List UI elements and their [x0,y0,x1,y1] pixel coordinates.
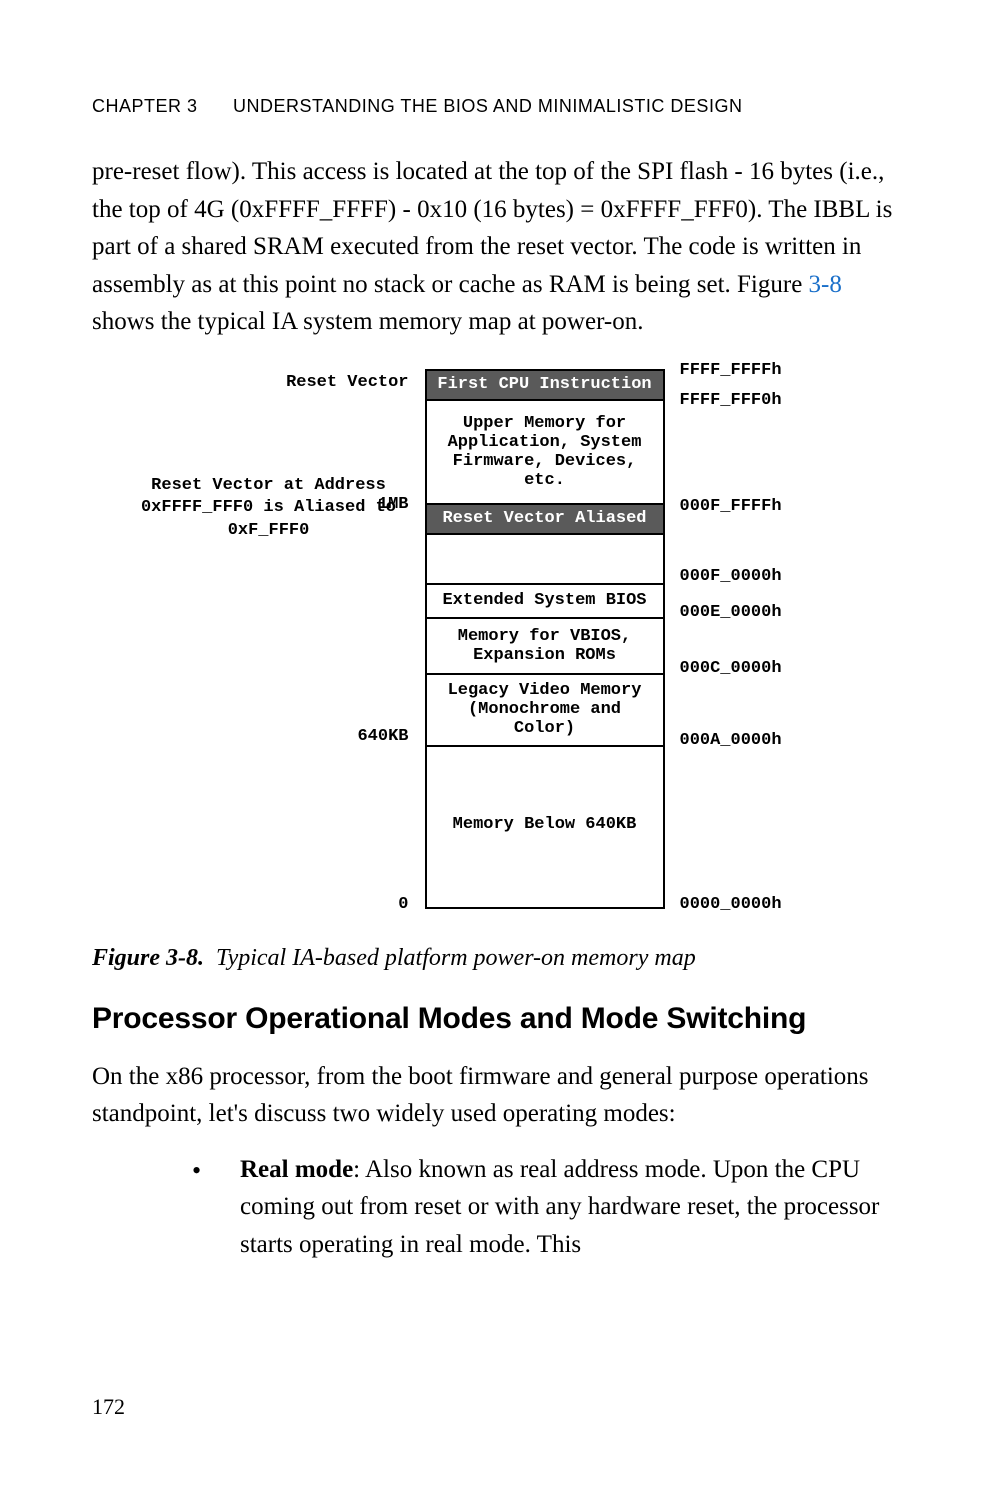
addr-000e-0000: 000E_0000h [680,603,782,622]
segment-gap [427,533,663,583]
addr-000c-0000: 000C_0000h [680,659,782,678]
addr-000a-0000: 000A_0000h [680,731,782,750]
paragraph-part2: shows the typical IA system memory map a… [92,308,643,335]
figure-caption: Figure 3-8. Typical IA-based platform po… [92,945,897,972]
paragraph-part1: pre-reset flow). This access is located … [92,158,892,298]
body-paragraph: pre-reset flow). This access is located … [92,153,897,341]
chapter-title: UNDERSTANDING THE BIOS AND MINIMALISTIC … [233,96,742,116]
page-number: 172 [92,1394,125,1420]
section-intro: On the x86 processor, from the boot firm… [92,1058,897,1133]
segment-vbios-roms: Memory for VBIOS, Expansion ROMs [427,617,663,673]
segment-below-640kb: Memory Below 640KB [427,745,663,903]
mode-list: Real mode: Also known as real address mo… [92,1151,897,1264]
segment-extended-bios: Extended System BIOS [427,583,663,617]
figure-ref-link[interactable]: 3-8 [809,271,842,298]
label-reset-vector: Reset Vector [286,373,408,392]
memory-map-diagram: First CPU Instruction Upper Memory for A… [105,359,885,929]
segment-reset-vector: First CPU Instruction [427,371,663,399]
list-item: Real mode: Also known as real address mo… [192,1151,897,1264]
page-root: CHAPTER 3 UNDERSTANDING THE BIOS AND MIN… [0,0,989,1500]
figure-caption-bold: Figure 3-8. [92,945,204,971]
segment-legacy-video: Legacy Video Memory (Monochrome and Colo… [427,673,663,745]
addr-ffff-fff0: FFFF_FFF0h [680,391,782,410]
addr-ffff-ffff: FFFF_FFFFh [680,361,782,380]
label-zero: 0 [398,895,408,914]
figure-3-8: First CPU Instruction Upper Memory for A… [105,359,885,929]
bullet-real-mode-strong: Real mode [240,1156,353,1183]
addr-0000-0000: 0000_0000h [680,895,782,914]
segment-reset-aliased: Reset Vector Aliased [427,503,663,533]
segment-upper-memory: Upper Memory for Application, System Fir… [427,399,663,503]
addr-000f-0000: 000F_0000h [680,567,782,586]
figure-caption-italic: Typical IA-based platform power-on memor… [216,945,696,971]
addr-000f-ffff: 000F_FFFFh [680,497,782,516]
label-alias-note: Reset Vector at Address 0xFFFF_FFF0 is A… [129,475,409,544]
chapter-number: CHAPTER 3 [92,96,198,116]
section-heading: Processor Operational Modes and Mode Swi… [92,1002,897,1036]
label-640kb: 640KB [357,727,408,746]
running-head: CHAPTER 3 UNDERSTANDING THE BIOS AND MIN… [92,96,897,117]
memory-stack: First CPU Instruction Upper Memory for A… [425,369,665,909]
